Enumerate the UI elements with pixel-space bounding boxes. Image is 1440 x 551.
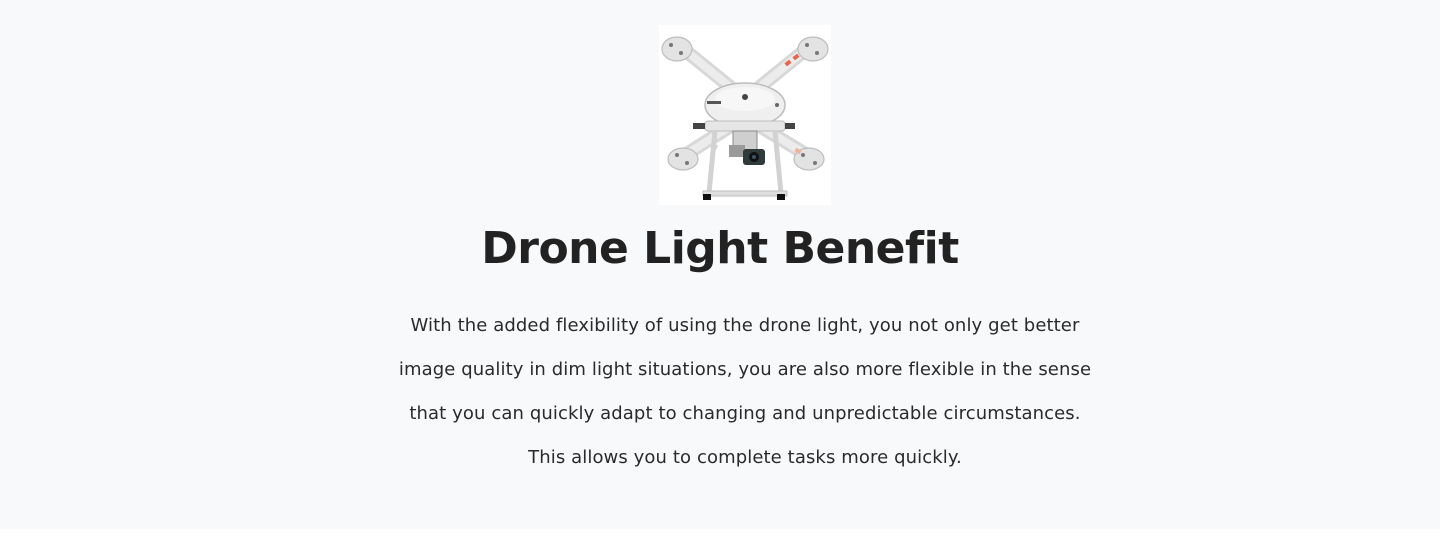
description-line: With the added flexibility of using the … <box>410 315 1080 336</box>
description-line: that you can quickly adapt to changing a… <box>409 403 1081 424</box>
description-line: This allows you to complete tasks more q… <box>528 447 962 468</box>
description-line: image quality in dim light situations, y… <box>398 359 1092 380</box>
drone-image <box>659 25 831 205</box>
section-description: With the added flexibility of using the … <box>360 304 1130 480</box>
drone-icon <box>659 25 831 205</box>
benefit-section: Drone Light Benefit With the added flexi… <box>0 0 1440 529</box>
section-title: Drone Light Benefit <box>481 223 959 274</box>
